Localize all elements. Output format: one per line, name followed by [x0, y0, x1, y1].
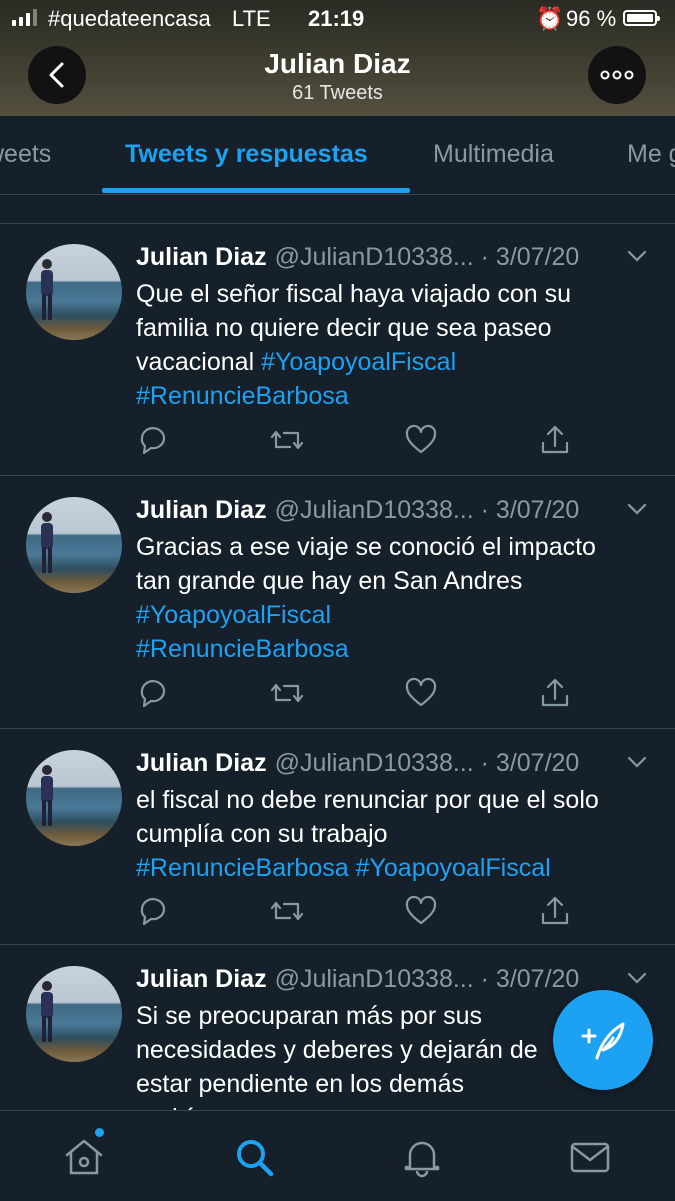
hashtag-link[interactable]: #RenuncieBarbosa [136, 382, 349, 410]
battery-icon [623, 10, 660, 26]
like-icon[interactable] [404, 423, 438, 457]
hashtag-link[interactable]: #RenuncieBarbosa [136, 854, 349, 882]
person-figure [41, 981, 53, 1042]
person-figure [41, 259, 53, 320]
reply-icon[interactable] [136, 423, 170, 457]
person-figure [41, 512, 53, 573]
notifications-icon[interactable] [400, 1135, 444, 1179]
notification-dot [95, 1128, 104, 1137]
battery-percent: 96 % [566, 6, 617, 31]
retweet-icon[interactable] [270, 676, 304, 710]
tweet-text: el fiscal no debe renunciar por que el s… [136, 783, 636, 885]
tweet-header: Julian Diaz @JulianD10338... · 3/07/20 [136, 243, 579, 272]
tweet-actions [136, 894, 569, 928]
hashtag-link[interactable]: #YoapoyoalFiscal [136, 601, 331, 629]
profile-header: #quedateencasa LTE 21:19 ⏰ 96 % Julian D… [0, 0, 675, 116]
person-figure [41, 765, 53, 826]
tweet[interactable]: Julian Diaz @JulianD10338... · 3/07/20 Gr… [0, 476, 675, 729]
author-handle-date: @JulianD10338... · 3/07/20 [274, 749, 580, 777]
compose-tweet-button[interactable] [553, 990, 653, 1090]
status-bar: #quedateencasa LTE 21:19 ⏰ 96 % [0, 0, 675, 38]
chevron-down-icon[interactable] [626, 502, 648, 516]
hashtag-link[interactable]: #RenuncieBarbosa [136, 635, 349, 663]
tweet-text: Gracias a ese viaje se conoció el impact… [136, 530, 636, 666]
like-icon[interactable] [404, 676, 438, 710]
home-icon[interactable] [62, 1135, 106, 1179]
share-icon[interactable] [538, 676, 572, 710]
author-name[interactable]: Julian Diaz [136, 965, 267, 993]
carrier-label: #quedateencasa [48, 6, 211, 31]
tweet-header: Julian Diaz @JulianD10338... · 3/07/20 [136, 496, 579, 525]
author-handle-date: @JulianD10338... · 3/07/20 [274, 496, 580, 524]
bottom-nav [0, 1110, 675, 1201]
signal-icon [12, 9, 37, 26]
messages-icon[interactable] [568, 1135, 612, 1179]
chevron-down-icon[interactable] [626, 971, 648, 985]
tab-likes[interactable]: Me g [627, 140, 675, 169]
hashtag-link[interactable]: #YoapoyoalFiscal [261, 348, 456, 376]
author-name[interactable]: Julian Diaz [136, 749, 267, 777]
tweet[interactable]: Julian Diaz @JulianD10338... · 3/07/20 el… [0, 729, 675, 945]
author-name[interactable]: Julian Diaz [136, 243, 267, 271]
page-title: Julian Diaz [264, 48, 411, 79]
tweet-text: Que el señor fiscal haya viajado con su … [136, 277, 636, 413]
tweet-text: Si se preocuparan más por sus necesidade… [136, 999, 546, 1110]
clock: 21:19 [308, 6, 365, 31]
tweet-body: el fiscal no debe renunciar por que el s… [136, 786, 599, 848]
more-icon [600, 70, 634, 80]
alarm-icon: ⏰ [536, 6, 564, 31]
tweet-actions [136, 676, 569, 710]
previous-tweet-actions [0, 195, 675, 224]
avatar[interactable] [26, 750, 122, 846]
chevron-down-icon[interactable] [626, 755, 648, 769]
author-name[interactable]: Julian Diaz [136, 496, 267, 524]
tweet-body: Gracias a ese viaje se conoció el impact… [136, 533, 596, 595]
compose-tweet-icon [581, 1022, 625, 1060]
avatar[interactable] [26, 497, 122, 593]
tab-tweets-and-replies[interactable]: Tweets y respuestas [125, 140, 368, 169]
avatar[interactable] [26, 244, 122, 340]
author-handle-date: @JulianD10338... · 3/07/20 [274, 965, 580, 993]
author-handle-date: @JulianD10338... · 3/07/20 [274, 243, 580, 271]
tweet-header: Julian Diaz @JulianD10338... · 3/07/20 [136, 749, 579, 778]
avatar[interactable] [26, 966, 122, 1062]
share-icon[interactable] [538, 423, 572, 457]
share-icon[interactable] [538, 894, 572, 928]
tweet-body: Si se preocuparan más por sus necesidade… [136, 1002, 538, 1110]
retweet-icon[interactable] [270, 423, 304, 457]
active-tab-indicator [102, 188, 410, 193]
more-options-button[interactable] [588, 46, 646, 104]
retweet-icon[interactable] [270, 894, 304, 928]
chevron-down-icon[interactable] [626, 249, 648, 263]
tweet-header: Julian Diaz @JulianD10338... · 3/07/20 [136, 965, 579, 994]
hashtag-link[interactable]: #YoapoyoalFiscal [356, 854, 551, 882]
search-icon[interactable] [232, 1135, 276, 1179]
tab-media[interactable]: Multimedia [433, 140, 554, 169]
tweet[interactable]: Julian Diaz @JulianD10338... · 3/07/20 Qu… [0, 223, 675, 476]
reply-icon[interactable] [136, 894, 170, 928]
tweet-feed[interactable]: Julian Diaz @JulianD10338... · 3/07/20 Qu… [0, 195, 675, 1110]
like-icon[interactable] [404, 894, 438, 928]
tweet-actions [136, 423, 569, 457]
tweet-count: 61 Tweets [292, 82, 383, 104]
reply-icon[interactable] [136, 676, 170, 710]
tab-tweets[interactable]: weets [0, 140, 51, 169]
network-label: LTE [232, 6, 271, 31]
profile-tabs: weets Tweets y respuestas Multimedia Me … [0, 116, 675, 195]
